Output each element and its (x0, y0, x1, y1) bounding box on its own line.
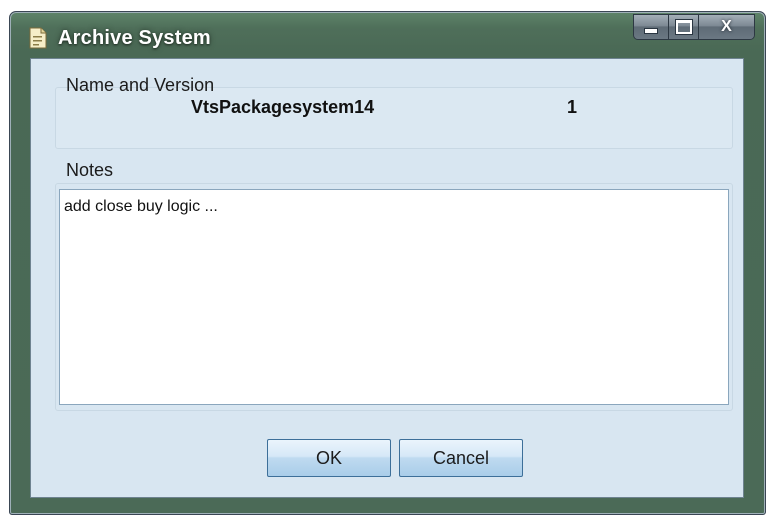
name-version-label: Name and Version (66, 75, 215, 95)
cancel-button[interactable]: Cancel (399, 439, 523, 477)
document-icon (29, 27, 47, 49)
caption-buttons: X (633, 14, 755, 40)
minimize-button[interactable] (634, 15, 668, 39)
dialog-content: Name and Version VtsPackagesystem14 1 No… (30, 58, 744, 498)
maximize-icon (675, 20, 692, 34)
package-name: VtsPackagesystem14 (191, 97, 375, 117)
name-version-group (55, 87, 733, 149)
window-title: Archive System (58, 27, 211, 49)
ok-button[interactable]: OK (267, 439, 391, 477)
close-button[interactable]: X (698, 15, 754, 39)
title-bar[interactable]: Archive System X (10, 12, 765, 58)
package-version: 1 (567, 97, 578, 117)
close-icon: X (721, 18, 732, 35)
notes-label: Notes (66, 160, 114, 180)
maximize-button[interactable] (668, 15, 698, 39)
notes-textarea[interactable]: add close buy logic ... (59, 189, 729, 405)
archive-system-window: Archive System X Name and Version VtsPac… (9, 11, 766, 515)
minimize-icon (644, 28, 658, 34)
